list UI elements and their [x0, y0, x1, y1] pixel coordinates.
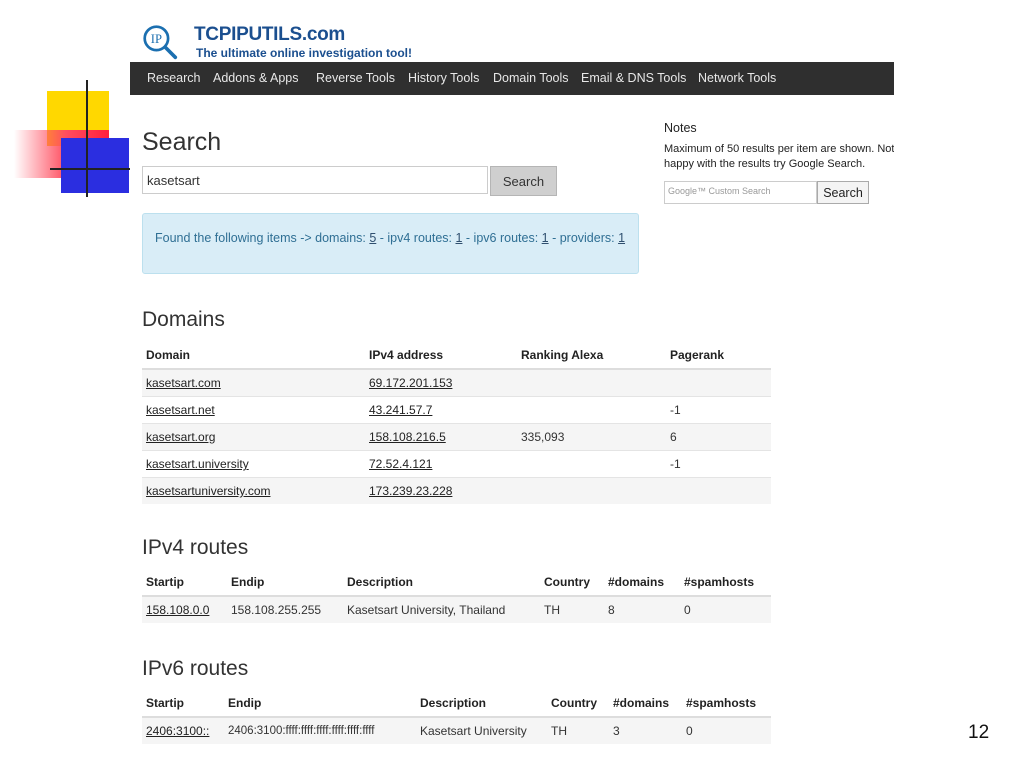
site-tagline: The ultimate online investigation tool!: [196, 46, 413, 60]
col-domain: Domain: [142, 342, 365, 370]
table-row: 2406:3100:: 2406:3100:ffff:ffff:ffff:fff…: [142, 716, 771, 744]
ipv6-routes-table: Startip Endip Description Country #domai…: [142, 690, 771, 744]
slide-deco-vertical-line: [86, 80, 88, 197]
country: TH: [547, 716, 609, 744]
domains-count: 3: [609, 716, 682, 744]
notes-text: Maximum of 50 results per item are shown…: [664, 143, 894, 170]
notes-title: Notes: [664, 121, 697, 135]
domain-link[interactable]: kasetsart.net: [146, 403, 215, 417]
nav-network-tools[interactable]: Network Tools: [698, 71, 776, 85]
site-title: TCPIPUTILS.com: [194, 24, 345, 45]
ipv6-count-link[interactable]: 1: [542, 231, 549, 245]
startip-link[interactable]: 2406:3100::: [146, 724, 209, 738]
col-country: Country: [540, 569, 604, 597]
col-spamhosts: #spamhosts: [680, 569, 771, 597]
logo-mark-text: IP: [151, 32, 162, 46]
ipv4-link[interactable]: 69.172.201.153: [369, 376, 452, 390]
pagerank: [666, 477, 771, 504]
table-row: 158.108.0.0 158.108.255.255 Kasetsart Un…: [142, 595, 771, 623]
magnifier-logo-icon: IP: [143, 25, 178, 60]
domains-count: 8: [604, 595, 680, 623]
alert-sep-providers: - providers:: [548, 231, 619, 245]
endip: 2406:3100:ffff:ffff:ffff:ffff:ffff:ffff: [224, 716, 416, 744]
description: Kasetsart University: [416, 716, 547, 744]
main-navbar: Research Addons & Apps Reverse Tools His…: [130, 62, 894, 95]
search-heading: Search: [142, 128, 222, 156]
search-button[interactable]: Search: [490, 166, 557, 196]
alexa-rank: [517, 396, 666, 424]
col-ranking-alexa: Ranking Alexa: [517, 342, 666, 370]
description: Kasetsart University, Thailand: [343, 595, 540, 623]
alexa-rank: [517, 368, 666, 397]
results-summary-alert: Found the following items -> domains: 5 …: [142, 213, 639, 274]
table-row: kasetsart.com 69.172.201.153: [142, 368, 771, 397]
ipv4-link[interactable]: 72.52.4.121: [369, 457, 432, 471]
col-spamhosts: #spamhosts: [682, 690, 771, 718]
pagerank: -1: [666, 396, 771, 424]
col-description: Description: [416, 690, 547, 718]
google-search-button[interactable]: Search: [817, 181, 869, 204]
slide-deco-horizontal-line: [50, 168, 130, 170]
nav-history-tools[interactable]: History Tools: [408, 71, 479, 85]
table-row: kasetsart.university 72.52.4.121 -1: [142, 450, 771, 478]
ipv6-routes-heading: IPv6 routes: [142, 657, 249, 680]
alexa-rank: [517, 477, 666, 504]
table-row: kasetsartuniversity.com 173.239.23.228: [142, 477, 771, 504]
col-domains-count: #domains: [604, 569, 680, 597]
search-input[interactable]: [142, 166, 488, 194]
col-ipv4-address: IPv4 address: [365, 342, 517, 370]
website-screenshot: IP TCPIPUTILS.com The ultimate online in…: [130, 0, 894, 748]
col-startip: Startip: [142, 569, 227, 597]
domain-link[interactable]: kasetsart.com: [146, 376, 221, 390]
ipv4-routes-table: Startip Endip Description Country #domai…: [142, 569, 771, 623]
endip: 158.108.255.255: [227, 595, 343, 623]
slide-deco-blue-square: [61, 138, 129, 193]
col-domains-count: #domains: [609, 690, 682, 718]
slide-number: 12: [968, 722, 990, 743]
google-custom-search-input[interactable]: Google™ Custom Search: [664, 181, 817, 204]
alexa-rank: 335,093: [517, 423, 666, 451]
nav-email-dns-tools[interactable]: Email & DNS Tools: [581, 71, 686, 85]
alert-sep-ipv6: - ipv6 routes:: [462, 231, 542, 245]
alexa-rank: [517, 450, 666, 478]
pagerank: -1: [666, 450, 771, 478]
nav-addons-apps[interactable]: Addons & Apps: [213, 71, 298, 85]
col-pagerank: Pagerank: [666, 342, 771, 370]
col-endip: Endip: [224, 690, 416, 718]
col-endip: Endip: [227, 569, 343, 597]
domain-link[interactable]: kasetsartuniversity.com: [146, 484, 270, 498]
col-country: Country: [547, 690, 609, 718]
domains-table: Domain IPv4 address Ranking Alexa Pagera…: [142, 342, 771, 504]
ipv4-link[interactable]: 43.241.57.7: [369, 403, 432, 417]
alert-prefix: Found the following items -> domains:: [155, 231, 370, 245]
pagerank: 6: [666, 423, 771, 451]
ipv4-routes-heading: IPv4 routes: [142, 536, 249, 559]
nav-research[interactable]: Research: [147, 71, 201, 85]
col-startip: Startip: [142, 690, 224, 718]
spamhosts-count: 0: [680, 595, 771, 623]
col-description: Description: [343, 569, 540, 597]
providers-count-link[interactable]: 1: [618, 231, 625, 245]
ipv4-link[interactable]: 173.239.23.228: [369, 484, 452, 498]
nav-reverse-tools[interactable]: Reverse Tools: [316, 71, 395, 85]
domain-link[interactable]: kasetsart.org: [146, 430, 215, 444]
country: TH: [540, 595, 604, 623]
domain-link[interactable]: kasetsart.university: [146, 457, 249, 471]
table-row: kasetsart.net 43.241.57.7 -1: [142, 396, 771, 424]
pagerank: [666, 368, 771, 397]
alert-sep-ipv4: - ipv4 routes:: [376, 231, 456, 245]
domains-heading: Domains: [142, 308, 225, 331]
nav-domain-tools[interactable]: Domain Tools: [493, 71, 569, 85]
startip-link[interactable]: 158.108.0.0: [146, 603, 209, 617]
table-row: kasetsart.org 158.108.216.5 335,093 6: [142, 423, 771, 451]
ipv4-link[interactable]: 158.108.216.5: [369, 430, 446, 444]
spamhosts-count: 0: [682, 716, 771, 744]
